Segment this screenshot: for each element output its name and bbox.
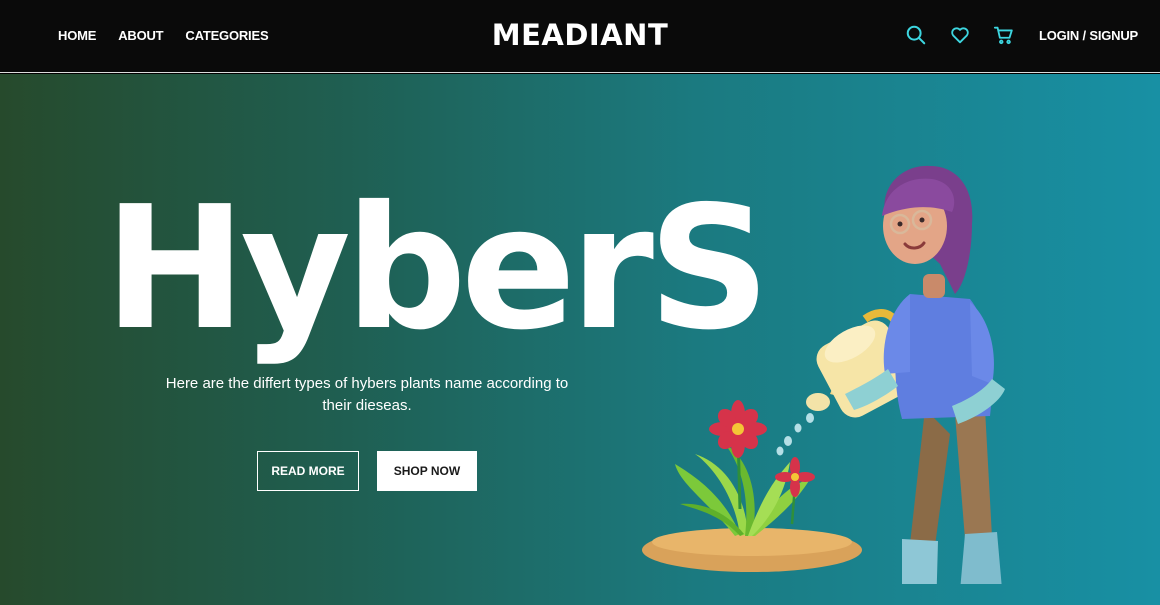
heart-icon[interactable] <box>949 24 971 46</box>
hero-description: Here are the differt types of hybers pla… <box>165 375 569 414</box>
cart-icon[interactable] <box>993 24 1015 46</box>
nav-link-home[interactable]: HOME <box>58 28 96 43</box>
nav-link-about[interactable]: ABOUT <box>118 28 163 43</box>
nav-link-categories[interactable]: CATEGORIES <box>185 28 268 43</box>
search-icon[interactable] <box>905 24 927 46</box>
navbar: HOME ABOUT CATEGORIES MEADIANT LOGIN / S… <box>0 0 1160 73</box>
nav-links: HOME ABOUT CATEGORIES <box>58 28 269 43</box>
shop-now-button[interactable]: SHOP NOW <box>377 451 477 491</box>
water-drops <box>776 413 814 456</box>
read-more-button[interactable]: READ MORE <box>257 451 359 491</box>
login-signup-link[interactable]: LOGIN / SIGNUP <box>1039 28 1138 43</box>
hero-section: HyberS Here are the differt types of hyb… <box>0 74 1160 605</box>
gardener-legs <box>902 409 1002 584</box>
plant-leaves <box>675 444 810 536</box>
nav-actions: LOGIN / SIGNUP <box>905 24 1138 46</box>
flower <box>709 400 767 458</box>
gardener-illustration <box>642 165 1005 584</box>
